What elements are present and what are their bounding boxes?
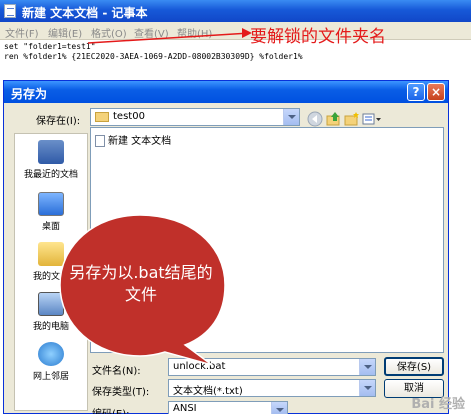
callout-bubble [59, 214, 226, 366]
callout-text: 另存为以.bat结尾的文件 [69, 263, 213, 304]
watermark: Bai 经验 [411, 397, 465, 412]
